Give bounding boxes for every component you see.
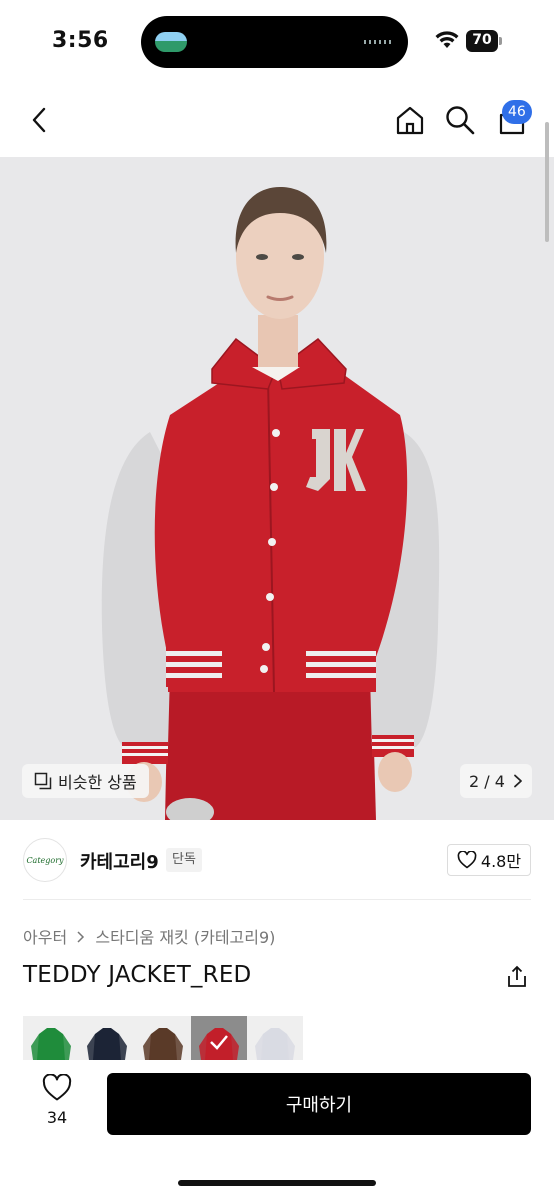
product-photo	[0, 157, 554, 820]
color-option-image	[79, 1016, 135, 1060]
home-button[interactable]	[390, 100, 430, 140]
color-option-thumb[interactable]	[191, 1016, 247, 1060]
similar-products-label: 비슷한 상품	[58, 773, 137, 792]
cart-count-badge: 46	[502, 100, 532, 124]
color-option-thumb[interactable]	[247, 1016, 303, 1060]
chevron-right-icon	[77, 931, 85, 943]
brand-like-count: 4.8만	[480, 852, 522, 871]
chevron-left-icon	[32, 107, 46, 133]
color-option-image	[247, 1016, 303, 1060]
copy-icon	[34, 772, 52, 790]
exclusive-tag: 단독	[166, 848, 202, 872]
status-time: 3:56	[52, 28, 109, 53]
share-icon	[508, 965, 526, 987]
home-indicator	[178, 1180, 376, 1186]
color-option-image	[23, 1016, 79, 1060]
wishlist-count: 34	[46, 1108, 68, 1127]
similar-products-button[interactable]: 비슷한 상품	[22, 764, 149, 798]
wishlist-button[interactable]: 34	[30, 1073, 84, 1134]
status-bar: 3:56 70	[0, 0, 554, 82]
chevron-right-icon	[514, 774, 522, 788]
dynamic-island	[141, 16, 408, 68]
breadcrumb-item-subcategory[interactable]: 스타디움 재킷 (카테고리9)	[95, 928, 275, 947]
color-option-thumb[interactable]	[23, 1016, 79, 1060]
color-option-image	[135, 1016, 191, 1060]
heart-icon	[457, 851, 477, 869]
battery-level: 70	[472, 32, 492, 48]
color-option-thumb[interactable]	[135, 1016, 191, 1060]
wifi-icon	[435, 31, 459, 48]
buy-button[interactable]: 구매하기	[107, 1073, 531, 1135]
color-option-image	[191, 1016, 247, 1060]
search-button[interactable]	[440, 100, 480, 140]
breadcrumb: 아우터 스타디움 재킷 (카테고리9)	[23, 924, 279, 948]
bottom-action-bar: 34 구매하기	[0, 1062, 554, 1200]
battery-indicator: 70	[466, 30, 502, 52]
share-button[interactable]	[500, 960, 534, 994]
image-page-text: 2 / 4	[469, 771, 505, 791]
divider	[23, 899, 531, 900]
breadcrumb-item-category[interactable]: 아우터	[23, 928, 67, 947]
image-page-indicator[interactable]: 2 / 4	[460, 764, 532, 798]
live-activity-dots	[364, 40, 394, 44]
color-options	[23, 1016, 305, 1060]
live-activity-thumbnail	[155, 32, 187, 52]
heart-icon	[42, 1073, 72, 1101]
home-icon	[396, 106, 424, 135]
search-icon	[446, 106, 475, 135]
brand-row: Category 카테고리9 단독 4.8만	[0, 830, 554, 890]
brand-logo[interactable]: Category	[23, 838, 67, 882]
product-image-carousel[interactable]	[0, 157, 554, 820]
back-button[interactable]	[20, 100, 60, 140]
top-navigation	[0, 90, 554, 154]
product-title: TEDDY JACKET_RED	[23, 962, 252, 988]
brand-name[interactable]: 카테고리9	[80, 848, 159, 874]
color-option-thumb[interactable]	[79, 1016, 135, 1060]
brand-like-button[interactable]: 4.8만	[447, 844, 531, 876]
scrollbar[interactable]	[545, 122, 549, 242]
